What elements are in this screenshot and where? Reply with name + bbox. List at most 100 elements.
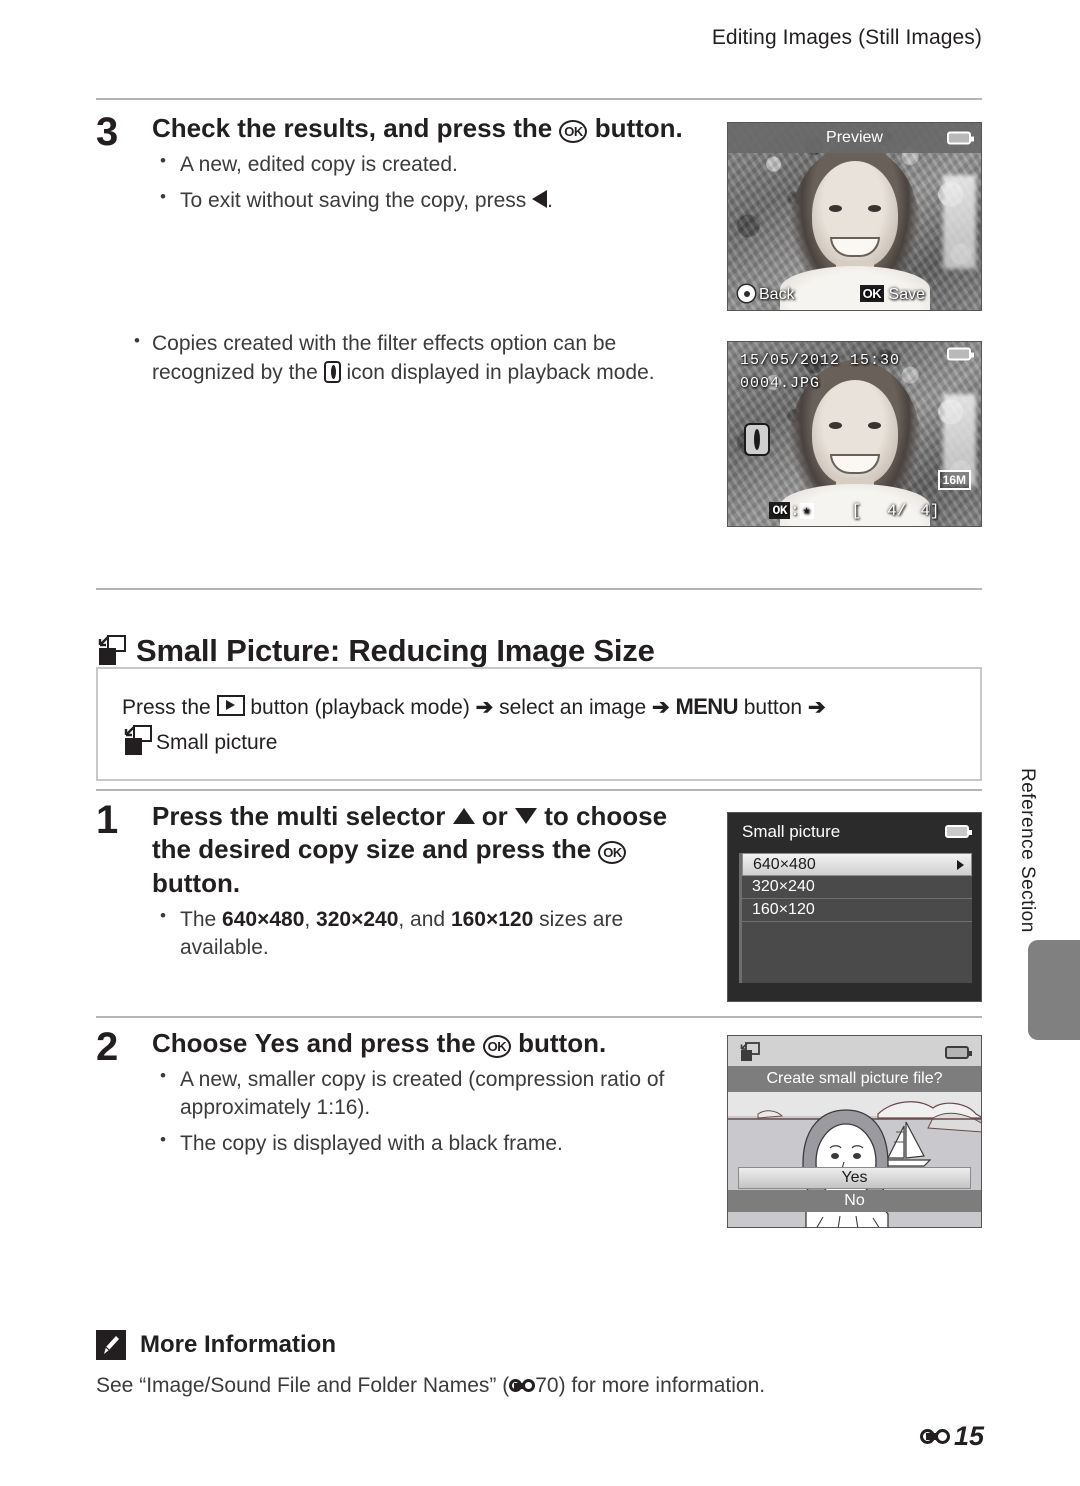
more-information-body: See “Image/Sound File and Folder Names” … — [96, 1374, 982, 1398]
confirm-no-button[interactable]: No — [728, 1190, 981, 1212]
filter-effects-line-2-pre: recognized by the — [152, 360, 324, 384]
playback-ok-control[interactable]: OK: ★ — [769, 502, 814, 520]
battery-icon — [947, 131, 974, 145]
counter-total: 4 — [920, 502, 930, 520]
running-header: Editing Images (Still Images) — [711, 26, 982, 49]
confirm-question: Create small picture file? — [728, 1066, 981, 1092]
preview-title-bar: Preview — [728, 123, 981, 153]
step-3-bullet-2: To exit without saving the copy, press . — [152, 186, 696, 215]
size-option-320: 320×240 — [316, 907, 399, 931]
menu-item-label: 640×480 — [753, 855, 816, 873]
step-2-title-pre: Choose — [152, 1028, 255, 1058]
portrait-mouth — [829, 237, 880, 257]
chevron-right-icon — [957, 859, 964, 870]
multi-selector-up-icon — [452, 808, 475, 824]
step-2: 2 Choose Yes and press the OK button. A … — [96, 1027, 696, 1158]
menu-item-160x120[interactable]: 160×120 — [742, 899, 972, 922]
step-2-title: Choose Yes and press the OK button. — [152, 1027, 696, 1060]
arrow-icon-1: ➔ — [475, 696, 494, 719]
pencil-icon — [96, 1330, 126, 1360]
portrait-face — [811, 380, 898, 486]
menu-item-640x480[interactable]: 640×480 — [742, 853, 972, 876]
portrait-eye-right — [867, 422, 881, 429]
confirm-top-bar — [728, 1036, 981, 1066]
ok-box-icon: OK — [859, 285, 885, 302]
ok-button-icon: OK — [482, 1035, 511, 1058]
divider-step-2 — [96, 1016, 982, 1018]
bullet-dot: • — [134, 331, 140, 350]
camera-screen-small-picture-menu: Small picture 640×480 320×240 160×120 — [727, 812, 982, 1002]
portrait-eye-right — [867, 205, 881, 212]
step-2-title-mid: and press the — [299, 1028, 483, 1058]
portrait-eye-left — [828, 422, 842, 429]
battery-icon — [945, 1046, 972, 1059]
filter-effects-line-1: Copies created with the filter effects o… — [152, 332, 617, 355]
menu-button-icon: MENU — [675, 694, 739, 719]
playback-info-text: 15/05/2012 15:30 0004.JPG — [740, 350, 900, 395]
preview-back-control[interactable]: Back — [738, 285, 795, 304]
menu-item-320x240[interactable]: 320×240 — [742, 876, 972, 899]
step-3-title-pre: Check the results, and press the — [152, 113, 560, 143]
step-1-number: 1 — [96, 798, 119, 842]
step-1-title-a: Press the multi selector — [152, 801, 453, 831]
step-3-bullet-1: A new, edited copy is created. — [152, 150, 696, 179]
multi-selector-left-icon — [532, 190, 548, 209]
counter-current: 4/ — [887, 502, 907, 520]
more-information-heading: More Information — [96, 1330, 982, 1360]
step-3-bullets: A new, edited copy is created. To exit w… — [152, 150, 696, 215]
camera-screen-playback: 15/05/2012 15:30 0004.JPG 16M OK: ★ [4/4] — [727, 341, 982, 527]
confirm-yes-button[interactable]: Yes — [738, 1167, 971, 1189]
size-option-160: 160×120 — [450, 907, 534, 931]
size-option-640: 640×480 — [222, 907, 305, 931]
preview-control-bar: Back OK Save — [728, 285, 981, 304]
step-2-title-post: button. — [510, 1028, 607, 1058]
small-picture-icon — [96, 634, 126, 665]
page-number: 15 — [953, 1421, 984, 1451]
howto-mid1: button (playback mode) — [244, 696, 476, 719]
step-1-title: Press the multi selector or to choose th… — [152, 800, 706, 900]
preview-sky-highlight — [943, 175, 976, 269]
small-picture-icon — [739, 1042, 761, 1062]
counter-close: ] — [929, 502, 940, 520]
side-tab-marker — [1028, 940, 1080, 1040]
camera-screen-confirm-dialog: Create small picture file? Yes No — [727, 1035, 982, 1228]
more-info-ref: 70 — [535, 1374, 559, 1397]
playback-bottom-bar: OK: ★ [4/4] — [728, 502, 981, 520]
more-info-post: ) for more information. — [558, 1374, 766, 1397]
bullet-pre: The — [180, 907, 223, 931]
camera-screen-preview: Preview Back OK Save — [727, 122, 982, 311]
section-heading-text: Small Picture: Reducing Image Size — [136, 632, 655, 668]
divider-step-1 — [96, 789, 982, 791]
preview-title: Preview — [826, 129, 883, 146]
menu-item-label: 320×240 — [752, 878, 815, 895]
step-2-yes: Yes — [254, 1028, 300, 1058]
howto-select: select an image — [493, 696, 653, 719]
small-picture-icon — [122, 725, 152, 756]
arrow-icon-3: ➔ — [807, 696, 826, 719]
step-1: 1 Press the multi selector or to choose … — [96, 800, 706, 962]
preview-save-control[interactable]: OK Save — [859, 285, 925, 304]
filter-effects-note: • Copies created with the filter effects… — [134, 330, 712, 387]
side-tab-label: Reference Section — [1017, 768, 1038, 933]
sep-2: , and — [398, 907, 451, 931]
step-3-title-post: button. — [587, 113, 683, 143]
playback-date: 15/05/2012 15:30 — [740, 352, 901, 369]
howto-button: button — [737, 696, 808, 719]
howto-last: Small picture — [156, 731, 278, 755]
divider-section — [96, 588, 982, 590]
step-2-bullet-2: The copy is displayed with a black frame… — [152, 1129, 710, 1158]
menu-title: Small picture — [742, 822, 841, 841]
battery-icon — [947, 347, 974, 361]
multi-selector-down-icon — [515, 808, 538, 824]
step-1-bullets: The 640×480, 320×240, and 160×120 sizes … — [152, 905, 706, 962]
arrow-icon-2: ➔ — [652, 696, 670, 719]
howto-line-1: Press the button (playback mode) ➔ selec… — [122, 691, 956, 723]
playback-separator: : — [790, 502, 800, 520]
more-information-title: More Information — [140, 1331, 336, 1358]
ok-button-icon: OK — [559, 120, 588, 143]
multi-selector-icon — [738, 285, 755, 302]
step-3-number: 3 — [96, 110, 119, 154]
reference-section-icon — [919, 1428, 950, 1445]
battery-icon — [945, 825, 972, 838]
filter-effects-badge-icon — [744, 422, 770, 456]
